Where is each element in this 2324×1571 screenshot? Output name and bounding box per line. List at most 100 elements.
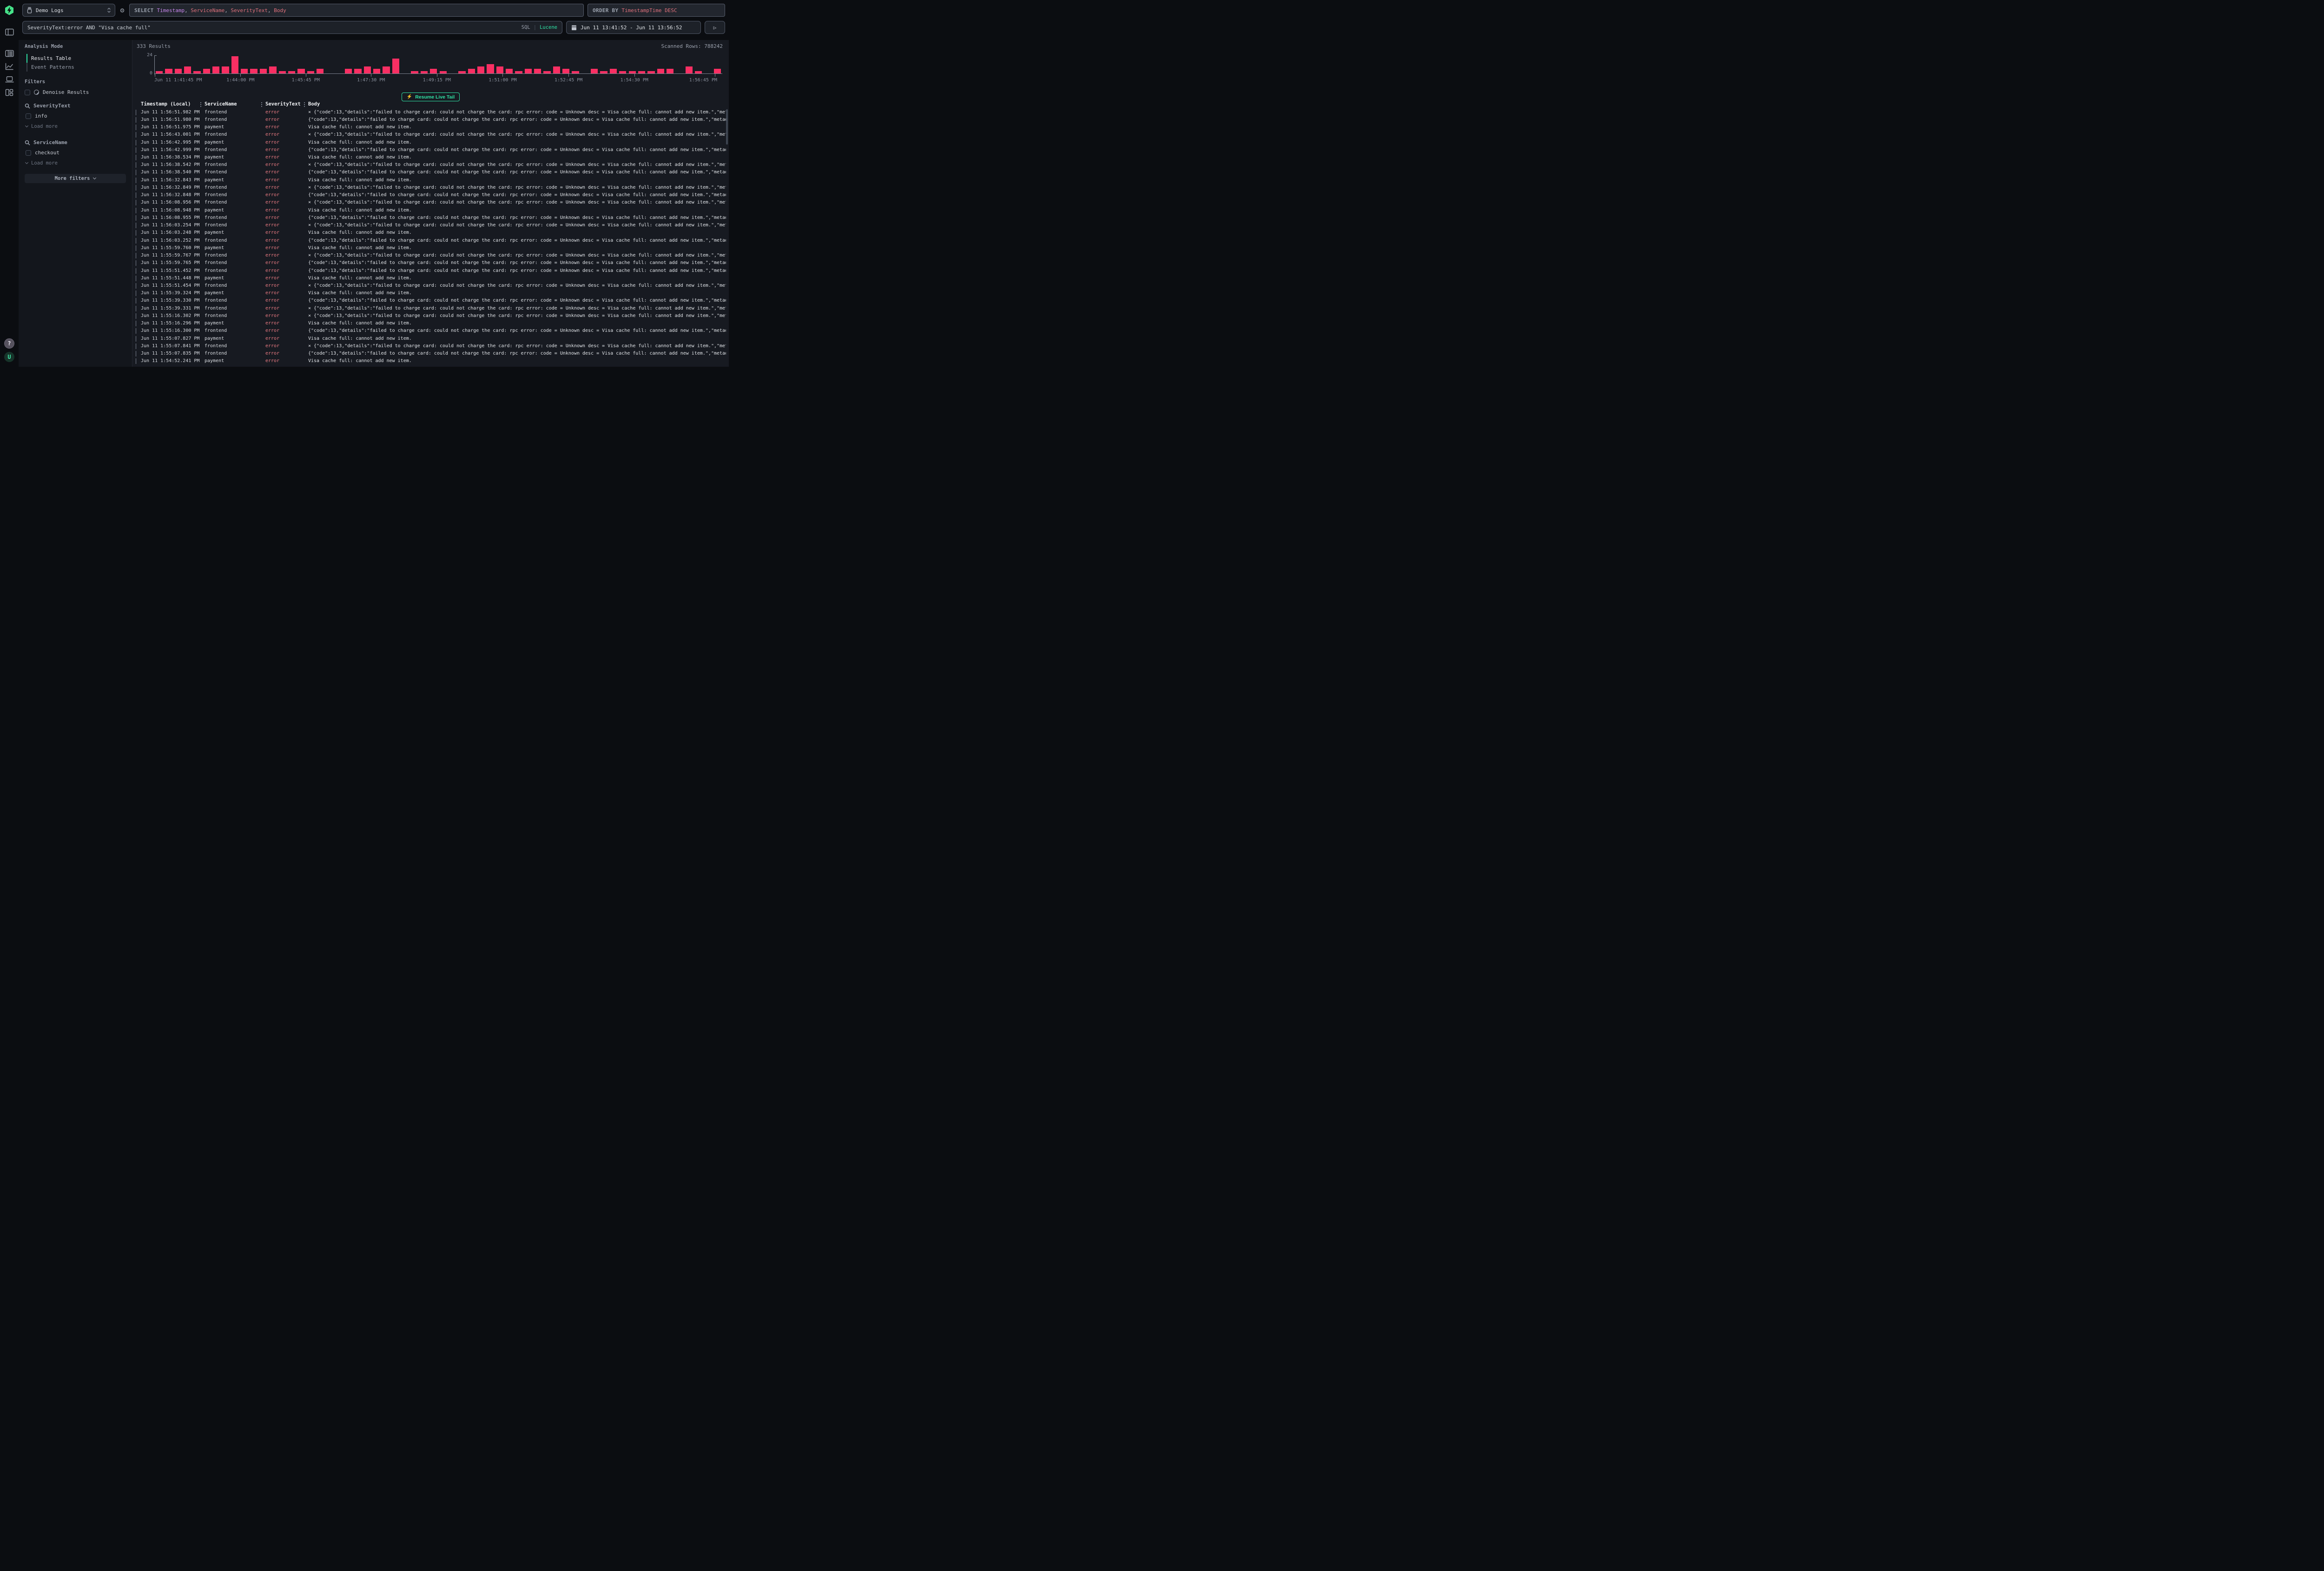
cell-servicename: frontend: [205, 200, 265, 205]
chart-explorer-icon[interactable]: [4, 61, 14, 72]
search-query-input[interactable]: SeverityText:error AND "Visa cache full"…: [22, 21, 562, 34]
log-table-row[interactable]: Jun 11 1:56:42.995 PMpaymenterrorVisa ca…: [134, 139, 726, 146]
log-table-row[interactable]: Jun 11 1:55:07.827 PMpaymenterrorVisa ca…: [134, 335, 726, 342]
info-checkbox[interactable]: [26, 113, 31, 119]
log-table-row[interactable]: Jun 11 1:54:52.241 PMpaymenterrorVisa ca…: [134, 357, 726, 365]
log-table-row[interactable]: Jun 11 1:56:38.542 PMfrontenderror× {"co…: [134, 161, 726, 169]
log-table-row[interactable]: Jun 11 1:55:39.331 PMfrontenderror× {"co…: [134, 304, 726, 312]
cell-servicename: payment: [205, 178, 265, 183]
log-table-row[interactable]: Jun 11 1:56:38.534 PMpaymenterrorVisa ca…: [134, 153, 726, 161]
log-table-row[interactable]: Jun 11 1:56:51.975 PMpaymenterrorVisa ca…: [134, 123, 726, 131]
log-table-row[interactable]: Jun 11 1:56:32.848 PMfrontenderror{"code…: [134, 191, 726, 199]
facet-option-info[interactable]: info: [26, 113, 126, 119]
cell-timestamp: Jun 11 1:55:39.330 PM: [141, 298, 205, 303]
denoise-icon: [34, 90, 39, 95]
help-button[interactable]: ?: [4, 338, 14, 349]
source-settings-gear-icon[interactable]: ⚙: [115, 4, 129, 17]
cell-body: Visa cache full: cannot add new item.: [308, 140, 726, 145]
log-table-row[interactable]: Jun 11 1:56:32.849 PMfrontenderror× {"co…: [134, 184, 726, 191]
source-select[interactable]: Demo Logs: [22, 4, 115, 17]
chevron-down-icon: [25, 124, 28, 127]
log-table-row[interactable]: Jun 11 1:55:51.448 PMpaymenterrorVisa ca…: [134, 274, 726, 282]
denoise-checkbox[interactable]: [25, 90, 30, 95]
cell-timestamp: Jun 11 1:56:32.848 PM: [141, 192, 205, 198]
col-severitytext[interactable]: SeverityText: [265, 101, 308, 107]
log-table-row[interactable]: Jun 11 1:56:08.955 PMfrontenderror{"code…: [134, 214, 726, 221]
log-table-row[interactable]: Jun 11 1:55:16.296 PMpaymenterrorVisa ca…: [134, 320, 726, 327]
calendar-icon: [571, 25, 577, 31]
denoise-results-row[interactable]: Denoise Results: [25, 89, 126, 95]
log-table-row[interactable]: Jun 11 1:55:51.452 PMfrontenderror{"code…: [134, 267, 726, 274]
mode-lucene[interactable]: Lucene: [540, 25, 557, 30]
x-axis-label: 1:54:30 PM: [621, 78, 648, 83]
order-by-input[interactable]: ORDER BY TimestampTime DESC: [588, 4, 725, 17]
cell-servicename: payment: [205, 336, 265, 341]
analysis-mode-title: Analysis Mode: [25, 44, 126, 49]
col-timestamp[interactable]: Timestamp (Local): [141, 101, 205, 107]
log-table-row[interactable]: Jun 11 1:55:07.835 PMfrontenderror{"code…: [134, 350, 726, 357]
log-table-row[interactable]: Jun 11 1:55:16.300 PMfrontenderror{"code…: [134, 327, 726, 335]
log-table-row[interactable]: Jun 11 1:55:59.767 PMfrontenderror× {"co…: [134, 251, 726, 259]
log-table-row[interactable]: Jun 11 1:55:16.302 PMfrontenderror× {"co…: [134, 312, 726, 319]
cell-severitytext: error: [265, 162, 308, 167]
sessions-icon[interactable]: [4, 74, 14, 85]
column-resize-handle[interactable]: [261, 102, 262, 107]
more-filters-button[interactable]: More filters: [25, 174, 126, 183]
mode-sql[interactable]: SQL: [522, 25, 530, 30]
results-histogram[interactable]: 24 0 Jun 11 1:41:45 PM1:44:00 PM1:45:45 …: [137, 52, 722, 85]
cell-servicename: frontend: [205, 215, 265, 220]
chevron-down-icon: [25, 161, 28, 164]
facet-option-checkout[interactable]: checkout: [26, 150, 126, 156]
tab-results-table[interactable]: Results Table: [26, 54, 126, 63]
column-resize-handle[interactable]: [200, 102, 201, 107]
column-resize-handle[interactable]: [304, 102, 305, 107]
cell-severitytext: error: [265, 238, 308, 243]
log-table-row[interactable]: Jun 11 1:56:08.948 PMpaymenterrorVisa ca…: [134, 206, 726, 214]
cell-body: Visa cache full: cannot add new item.: [308, 336, 726, 341]
cell-timestamp: Jun 11 1:56:51.980 PM: [141, 117, 205, 122]
log-table-row[interactable]: Jun 11 1:56:38.540 PMfrontenderror{"code…: [134, 169, 726, 176]
cell-body: {"code":13,"details":"failed to charge c…: [308, 215, 726, 220]
hyperdx-logo-icon[interactable]: [4, 5, 15, 16]
facet-servicename-header: ServiceName: [25, 139, 126, 145]
tab-event-patterns[interactable]: Event Patterns: [26, 63, 126, 72]
log-table-row[interactable]: Jun 11 1:55:39.324 PMpaymenterrorVisa ca…: [134, 290, 726, 297]
cell-timestamp: Jun 11 1:54:52.241 PM: [141, 358, 205, 363]
cell-body: {"code":13,"details":"failed to charge c…: [308, 260, 726, 265]
run-query-button[interactable]: ▷: [705, 21, 725, 34]
search-logs-icon[interactable]: [4, 48, 14, 59]
log-table-row[interactable]: Jun 11 1:55:39.330 PMfrontenderror{"code…: [134, 297, 726, 304]
user-avatar[interactable]: U: [4, 352, 14, 362]
table-scrollbar[interactable]: [726, 109, 728, 145]
col-body[interactable]: Body: [308, 101, 720, 107]
log-table-row[interactable]: Jun 11 1:56:03.248 PMpaymenterrorVisa ca…: [134, 229, 726, 237]
log-table-row[interactable]: Jun 11 1:56:32.843 PMpaymenterrorVisa ca…: [134, 176, 726, 184]
dashboards-icon[interactable]: [4, 87, 14, 98]
select-clause-input[interactable]: SELECT Timestamp, ServiceName, SeverityT…: [129, 4, 584, 17]
log-table-row[interactable]: Jun 11 1:55:59.760 PMpaymenterrorVisa ca…: [134, 244, 726, 251]
cell-severitytext: error: [265, 358, 308, 363]
cell-timestamp: Jun 11 1:56:03.254 PM: [141, 223, 205, 228]
cell-body: × {"code":13,"details":"failed to charge…: [308, 306, 726, 311]
log-table-row[interactable]: Jun 11 1:56:42.999 PMfrontenderror{"code…: [134, 146, 726, 153]
cell-body: {"code":13,"details":"failed to charge c…: [308, 298, 726, 303]
log-table-row[interactable]: Jun 11 1:56:08.956 PMfrontenderror× {"co…: [134, 199, 726, 206]
checkout-checkbox[interactable]: [26, 150, 31, 156]
log-table-row[interactable]: Jun 11 1:56:03.254 PMfrontenderror× {"co…: [134, 222, 726, 229]
log-table-row[interactable]: Jun 11 1:55:07.841 PMfrontenderror× {"co…: [134, 342, 726, 350]
time-range-picker[interactable]: Jun 11 13:41:52 - Jun 11 13:56:52: [566, 21, 701, 34]
log-table-row[interactable]: Jun 11 1:56:43.001 PMfrontenderror× {"co…: [134, 131, 726, 139]
log-table-row[interactable]: Jun 11 1:55:51.454 PMfrontenderror× {"co…: [134, 282, 726, 289]
servicename-load-more[interactable]: Load more: [26, 160, 126, 166]
col-servicename[interactable]: ServiceName: [205, 101, 265, 107]
collapse-sidebar-icon[interactable]: [4, 27, 14, 37]
severitytext-load-more[interactable]: Load more: [26, 124, 126, 129]
cell-body: Visa cache full: cannot add new item.: [308, 290, 726, 296]
log-table-row[interactable]: Jun 11 1:56:03.252 PMfrontenderror{"code…: [134, 237, 726, 244]
log-table-row[interactable]: Jun 11 1:56:51.980 PMfrontenderror{"code…: [134, 116, 726, 123]
cell-servicename: payment: [205, 358, 265, 363]
log-table-row[interactable]: Jun 11 1:56:51.982 PMfrontenderror× {"co…: [134, 108, 726, 116]
more-filters-label: More filters: [55, 176, 90, 181]
log-table-row[interactable]: Jun 11 1:55:59.765 PMfrontenderror{"code…: [134, 259, 726, 267]
cell-timestamp: Jun 11 1:56:38.542 PM: [141, 162, 205, 167]
